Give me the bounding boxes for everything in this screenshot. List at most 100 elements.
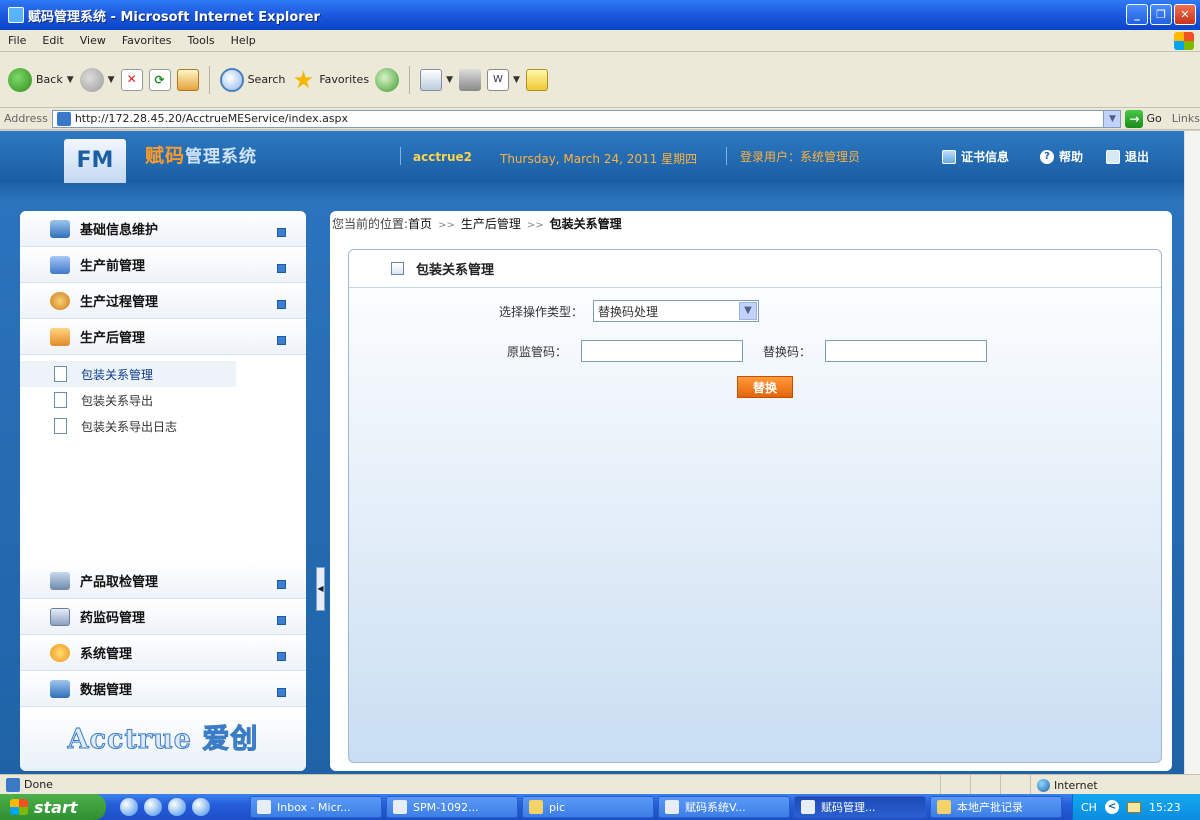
minimize-button[interactable]: _: [1126, 4, 1148, 25]
windows-logo-icon: [1174, 32, 1194, 50]
op-type-select[interactable]: 替换码处理 ▼: [593, 300, 760, 322]
task-label: 赋码管理...: [821, 801, 876, 814]
home-icon[interactable]: [176, 68, 199, 91]
task-pic[interactable]: pic: [522, 796, 654, 818]
tray-arrow-icon[interactable]: <: [1104, 800, 1119, 814]
sidebar-item-in-production[interactable]: 生产过程管理: [20, 283, 306, 319]
task-fm-doc[interactable]: 赋码系统V...: [658, 796, 790, 818]
task-inbox[interactable]: Inbox - Micr...: [250, 796, 382, 818]
submenu-package-export-log[interactable]: 包装关系导出日志: [20, 413, 306, 439]
breadcrumb-home[interactable]: 首页: [408, 217, 432, 231]
stop-icon[interactable]: [120, 68, 143, 91]
back-button[interactable]: Back ▼: [8, 67, 74, 92]
sidebar-item-data[interactable]: 数据管理: [20, 671, 306, 707]
notes-icon[interactable]: [525, 68, 548, 91]
taskbar: start Inbox - Micr... SPM-1092... pic 赋码…: [0, 794, 1200, 820]
breadcrumb-level1[interactable]: 生产后管理: [461, 217, 521, 231]
submenu-label: 包装关系导出日志: [81, 419, 178, 434]
replacement-code-input[interactable]: [825, 340, 988, 362]
quick-launch: [120, 798, 250, 816]
menu-help[interactable]: Help: [223, 34, 264, 47]
ie-quicklaunch-icon[interactable]: [120, 798, 138, 816]
breadcrumb-prefix: 您当前的位置:: [332, 217, 409, 231]
page-scrollbar[interactable]: [1184, 131, 1200, 774]
mail-icon: [420, 68, 443, 91]
task-label: 赋码系统V...: [685, 801, 746, 814]
refresh-icon[interactable]: ⟳: [148, 68, 171, 91]
menu-edit[interactable]: Edit: [34, 34, 71, 47]
window-controls: _ ❐ ✕: [1126, 4, 1196, 25]
breadcrumb-arrow-icon: >>: [438, 220, 455, 231]
address-url[interactable]: http://172.28.45.20/AcctrueMEService/ind…: [75, 112, 348, 125]
mail-dropdown-icon[interactable]: ▼: [446, 75, 453, 85]
address-input[interactable]: http://172.28.45.20/AcctrueMEService/ind…: [51, 109, 1122, 128]
chevron-down-icon[interactable]: ▼: [739, 302, 758, 320]
menu-tools[interactable]: Tools: [180, 34, 223, 47]
back-dropdown-icon[interactable]: ▼: [67, 75, 74, 85]
task-fm-browser[interactable]: 赋码管理...: [794, 796, 926, 818]
links-button[interactable]: Links: [1172, 112, 1200, 125]
menu-favorites[interactable]: Favorites: [114, 34, 180, 47]
address-bar: Address http://172.28.45.20/AcctrueMESer…: [0, 108, 1200, 130]
header-band: [0, 183, 1184, 203]
sidebar-item-label: 生产前管理: [80, 259, 146, 274]
expand-marker-icon: [277, 652, 286, 661]
browser-quicklaunch-icon[interactable]: [168, 798, 186, 816]
replace-button[interactable]: 替换: [737, 376, 793, 398]
sidebar-item-basic-info[interactable]: 基础信息维护: [20, 211, 306, 247]
window-title-bar[interactable]: 赋码管理系统 - Microsoft Internet Explorer _ ❐…: [0, 0, 1200, 30]
help-icon: ?: [1040, 149, 1054, 164]
content-panel: 包装关系管理 选择操作类型： 替换码处理 ▼ 原监管码： 替换码： 替换: [348, 249, 1162, 763]
menu-view[interactable]: View: [72, 34, 114, 47]
mail-tray-icon[interactable]: [1126, 801, 1141, 813]
sidebar-submenu: 包装关系管理 包装关系导出 包装关系导出日志: [20, 355, 306, 535]
help-link[interactable]: ? 帮助: [1040, 148, 1083, 165]
sidebar-item-label: 基础信息维护: [80, 223, 159, 238]
restore-button[interactable]: ❐: [1150, 4, 1172, 25]
edit-word-button[interactable]: W ▼: [486, 68, 520, 91]
word-icon: W: [486, 68, 509, 91]
edit-dropdown-icon[interactable]: ▼: [513, 75, 520, 85]
sidebar-item-pre-production[interactable]: 生产前管理: [20, 247, 306, 283]
sidebar-item-post-production[interactable]: 生产后管理: [20, 319, 306, 355]
outlook-quicklaunch-icon[interactable]: [144, 798, 162, 816]
mail-button[interactable]: ▼: [420, 68, 453, 91]
favorites-button[interactable]: ★ Favorites: [291, 68, 369, 92]
sidebar-collapse-handle[interactable]: ◀: [316, 567, 325, 611]
drug-code-icon: [50, 607, 70, 626]
print-icon[interactable]: [458, 68, 481, 91]
sidebar-item-system[interactable]: 系统管理: [20, 635, 306, 671]
close-button[interactable]: ✕: [1174, 4, 1196, 25]
original-code-input[interactable]: [581, 340, 744, 362]
logout-link[interactable]: 退出: [1106, 148, 1149, 165]
address-dropdown-icon[interactable]: ▼: [1103, 110, 1121, 127]
sampling-icon: [50, 571, 70, 590]
submenu-package-export[interactable]: 包装关系导出: [20, 387, 306, 413]
language-indicator[interactable]: CH: [1081, 801, 1097, 814]
app-quicklaunch-icon[interactable]: [192, 798, 210, 816]
star-icon: ★: [292, 65, 315, 94]
task-spm[interactable]: SPM-1092...: [386, 796, 518, 818]
certificate-icon: [942, 149, 956, 164]
menu-file[interactable]: File: [0, 34, 34, 47]
globe-icon: [1037, 778, 1050, 792]
sidebar-item-label: 数据管理: [80, 683, 133, 698]
fm-logo: FM: [64, 139, 126, 183]
forward-button[interactable]: ▼: [79, 67, 115, 92]
codes-row: 原监管码： 替换码：: [507, 340, 988, 362]
go-button[interactable]: → Go: [1125, 109, 1162, 128]
history-icon[interactable]: [375, 67, 400, 92]
ie-icon: [8, 7, 24, 23]
submenu-package-relation[interactable]: 包装关系管理: [20, 361, 236, 387]
forward-dropdown-icon[interactable]: ▼: [108, 75, 115, 85]
task-local-records[interactable]: 本地产批记录: [930, 796, 1062, 818]
help-label: 帮助: [1059, 150, 1084, 164]
sidebar-item-drug-code[interactable]: 药监码管理: [20, 599, 306, 635]
exit-icon: [1106, 149, 1120, 164]
cert-info-link[interactable]: 证书信息: [942, 148, 1009, 165]
start-button[interactable]: start: [0, 794, 106, 820]
sidebar-item-sampling[interactable]: 产品取检管理: [20, 563, 306, 599]
toolbar-separator: [409, 65, 411, 94]
search-button[interactable]: Search: [219, 67, 285, 92]
form-icon: [391, 262, 404, 275]
